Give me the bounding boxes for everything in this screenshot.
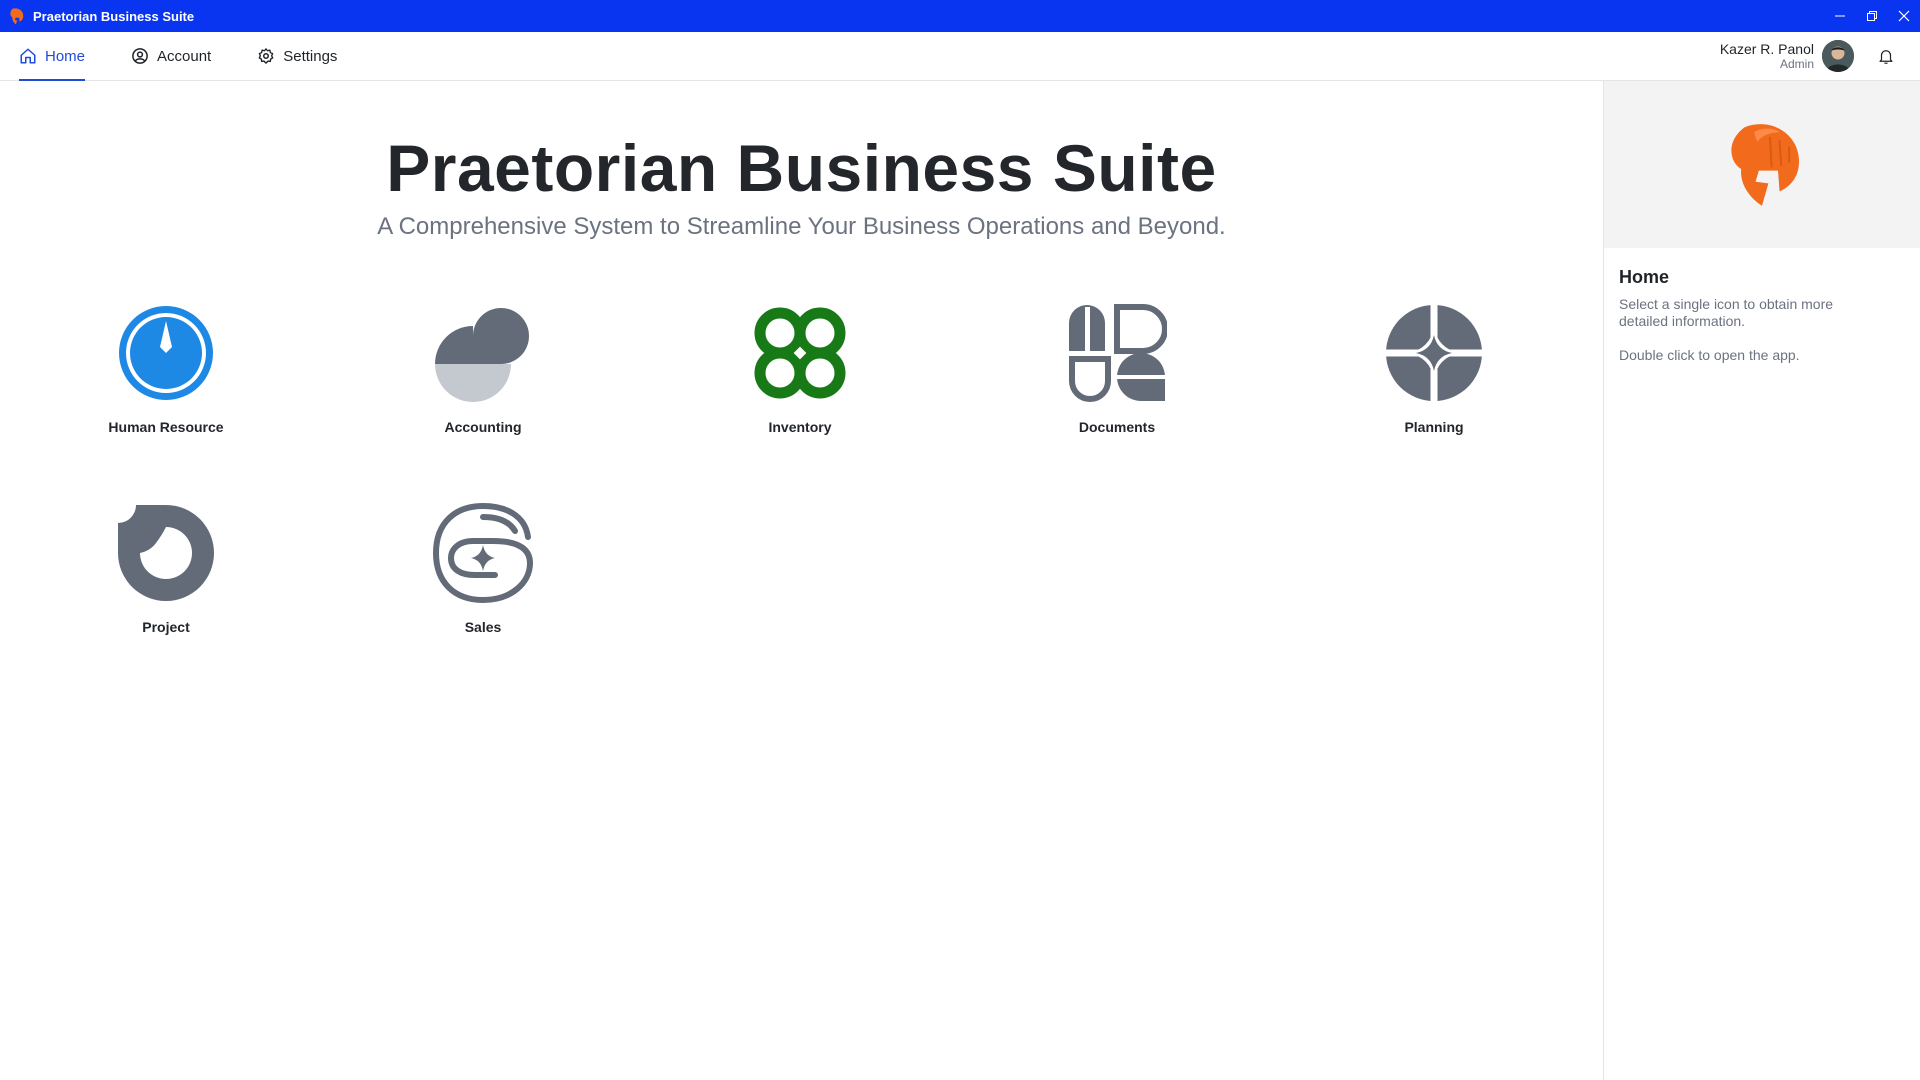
- helmet-icon: [10, 8, 24, 25]
- app-tile-human-resource[interactable]: Human Resource: [66, 303, 266, 435]
- inventory-icon: [754, 307, 846, 399]
- app-label-project: Project: [142, 619, 190, 635]
- page-title: Praetorian Business Suite: [386, 131, 1217, 205]
- user-role: Admin: [1779, 57, 1814, 71]
- main-content: Praetorian Business Suite A Comprehensiv…: [0, 81, 1603, 1080]
- project-icon: [118, 505, 214, 601]
- title-bar: Praetorian Business Suite: [0, 0, 1920, 32]
- clock-icon: [119, 306, 213, 400]
- planning-icon: [1384, 303, 1484, 403]
- sales-icon: [433, 503, 533, 603]
- restore-button[interactable]: [1856, 0, 1888, 32]
- user-info: Kazer R. Panol Admin: [1720, 41, 1814, 71]
- side-panel-title: Home: [1619, 267, 1670, 287]
- bell-icon: [1879, 50, 1893, 64]
- home-icon: [20, 48, 36, 64]
- accounting-icon: [435, 308, 529, 402]
- close-icon: [1898, 10, 1910, 22]
- user-circle-icon: [132, 48, 148, 64]
- app-tile-sales[interactable]: Sales: [383, 503, 583, 635]
- app-tile-project[interactable]: Project: [66, 503, 266, 635]
- tab-settings[interactable]: Settings: [248, 32, 346, 80]
- side-panel-hint: Double click to open the app.: [1619, 347, 1800, 363]
- app-label-documents: Documents: [1078, 419, 1156, 435]
- app-tile-accounting[interactable]: Accounting: [383, 303, 583, 435]
- app-tile-planning[interactable]: Planning: [1334, 303, 1534, 435]
- close-button[interactable]: [1888, 0, 1920, 32]
- tab-account[interactable]: Account: [122, 32, 220, 80]
- user-name: Kazer R. Panol: [1719, 41, 1814, 57]
- app-label-inventory: Inventory: [768, 419, 832, 435]
- nav-bar: Home Account Settings Kazer R. Panol Adm…: [0, 32, 1920, 81]
- window-title: Praetorian Business Suite: [33, 8, 195, 24]
- tab-account-label: Account: [157, 47, 212, 65]
- page-subtitle: A Comprehensive System to Streamline You…: [377, 213, 1226, 240]
- app-label-accounting: Accounting: [444, 419, 522, 435]
- nav-tabs: Home Account Settings: [10, 32, 374, 81]
- gear-icon: [258, 48, 274, 64]
- notifications-button[interactable]: [1870, 40, 1902, 72]
- avatar-image: [1822, 40, 1854, 72]
- window-controls: [1824, 0, 1920, 32]
- app-tile-documents[interactable]: Documents: [1017, 303, 1217, 435]
- app-label-planning: Planning: [1404, 419, 1464, 435]
- side-banner: [1604, 81, 1920, 248]
- restore-icon: [1867, 11, 1877, 21]
- app-label-sales: Sales: [464, 619, 502, 635]
- app-tile-inventory[interactable]: Inventory: [700, 303, 900, 435]
- minimize-icon: [1835, 15, 1845, 17]
- tab-settings-label: Settings: [283, 47, 338, 65]
- tab-home-label: Home: [45, 47, 86, 65]
- user-profile[interactable]: Kazer R. Panol Admin: [1720, 32, 1920, 80]
- minimize-button[interactable]: [1824, 0, 1856, 32]
- info-side-panel: Home Select a single icon to obtain more…: [1603, 81, 1920, 1080]
- helmet-logo-icon: [1731, 123, 1800, 206]
- side-panel-description: Select a single icon to obtain more deta…: [1619, 296, 1834, 329]
- avatar[interactable]: [1822, 40, 1854, 72]
- tab-home[interactable]: Home: [10, 32, 94, 81]
- documents-icon: [1069, 304, 1167, 402]
- app-label-human-resource: Human Resource: [108, 419, 224, 435]
